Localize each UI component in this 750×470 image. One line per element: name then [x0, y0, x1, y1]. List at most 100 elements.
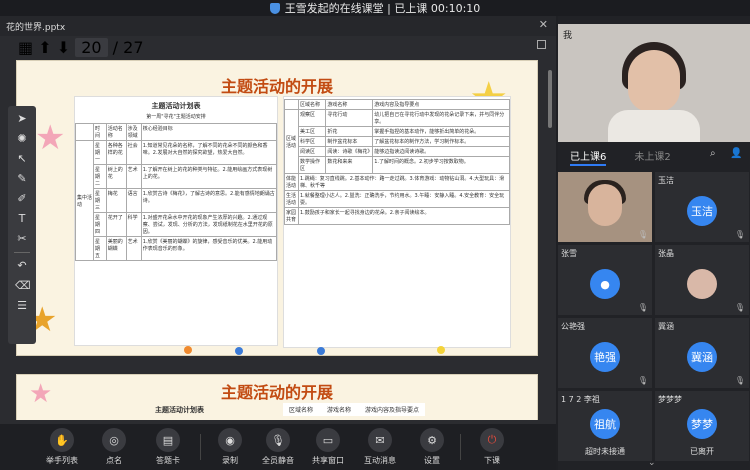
table-cell: 艺术: [125, 236, 142, 261]
settings-icon: ⚙: [420, 428, 444, 452]
prev-page-icon[interactable]: ⬆: [38, 38, 51, 57]
mic-off-icon: 🎙: [637, 303, 648, 312]
table-cell: 1.就餐整理小达人。2.盥洗：正确洗手，节约用水。3.午睡：安静入睡。4.安全教…: [298, 190, 510, 208]
text-icon[interactable]: T: [15, 212, 29, 226]
select-icon[interactable]: ↖: [15, 152, 29, 166]
tab-not-in-class[interactable]: 未上课2: [634, 148, 670, 163]
share-window-icon: ▭: [316, 428, 340, 452]
table-row: 星期二 树上的花 艺术 1.了解开在树上的花的种类与特征。2.能用绘画方式表现树…: [76, 164, 278, 189]
fullscreen-icon[interactable]: [537, 40, 546, 49]
scrollbar-thumb[interactable]: [548, 70, 552, 128]
answer-card-button[interactable]: ▤ 答题卡: [146, 428, 190, 466]
stack-icon[interactable]: ☰: [15, 299, 29, 313]
page-navigation: ▦ ⬆ ⬇ 20 / 27: [18, 38, 144, 57]
mute-all-icon: 🎙: [266, 428, 290, 452]
document-viewport[interactable]: 主题活动的开展 ★ ★ ★ ★ 主题活动计划表 第一周"寻花"主题活动安排 时间…: [16, 60, 538, 420]
participant-name: 张雪: [561, 249, 577, 258]
section-label: 体能活动: [284, 173, 299, 191]
table-row: 数学操作区 数花和来来 1.了解时间的概念。2.初步学习按数取物。: [285, 156, 510, 174]
search-icon[interactable]: ⌕: [710, 148, 716, 159]
participant-name: 张晶: [658, 249, 674, 258]
file-name: 花的世界.pptx: [6, 22, 66, 33]
roll-call-button[interactable]: ◎ 点名: [92, 428, 136, 466]
participant-tile[interactable]: 公艳强 艳强 🎙: [558, 318, 652, 388]
participant-tile[interactable]: 冀涵 冀涵 🎙: [655, 318, 749, 388]
table-row: 星期五 美丽的蝴蝶 艺术 1.欣赏《美丽的蝴蝶》的旋律，感受音乐的优美。2.能用…: [76, 236, 278, 261]
avatar: 祖航: [590, 409, 620, 439]
table-cell: 星期四: [93, 212, 107, 237]
video-feed: [608, 110, 700, 142]
avatar: [687, 269, 717, 299]
section-label: 生活活动: [284, 190, 299, 208]
divider: [200, 434, 201, 460]
table-header: 区域名称: [297, 99, 327, 110]
table-cell: 折花: [325, 126, 374, 137]
undo-icon[interactable]: ↶: [15, 259, 29, 273]
end-class-button[interactable]: ⏻ 下课: [470, 428, 514, 466]
area-table: 区域名称 游戏名称 游戏内容及指导要点 区域活动 观察区 寻花行动 幼儿把自己在…: [284, 99, 510, 225]
participant-name: 1 7 2 李祖: [561, 395, 600, 404]
decorative-dot: [184, 346, 192, 354]
page-input[interactable]: 20: [75, 38, 108, 57]
participant-tile[interactable]: 张晶 🎙: [655, 245, 749, 315]
video-feed: [588, 184, 622, 226]
scrollbar[interactable]: [548, 60, 552, 420]
participant-tile[interactable]: 玉洁 玉洁 🎙: [655, 172, 749, 242]
table-cell: 1.对盛开花朵水中开花的现象产生浓厚的兴趣。2.通过观察、尝试，发现、分析的方法…: [140, 212, 278, 237]
table-header: 区域名称: [289, 407, 314, 414]
table-row: 阅读区 阅读：诗歌《梅花》 能够边指读边阅读诗歌。: [285, 146, 510, 157]
laser-icon[interactable]: ✺: [15, 132, 29, 146]
rollcall-icon: ◎: [102, 428, 126, 452]
table-cell: 花开了: [105, 212, 127, 237]
decorative-dot: [317, 347, 325, 355]
annotation-toolbox: ➤ ✺ ↖ ✎ ✐ T ✂ ↶ ⌫ ☰: [8, 106, 36, 344]
record-button[interactable]: ◉ 录制: [208, 428, 252, 466]
highlighter-icon[interactable]: ✐: [15, 192, 29, 206]
participant-tile[interactable]: 梦梦梦 梦梦 已离开: [655, 391, 749, 461]
button-label: 共享窗口: [312, 456, 344, 465]
share-window-button[interactable]: ▭ 共享窗口: [306, 428, 350, 466]
table-row: 生活活动 1.就餐整理小达人。2.盥洗：正确洗手，节约用水。3.午睡：安静入睡。…: [284, 190, 510, 208]
table-row: 区域活动 观察区 寻花行动 幼儿把自己在寻花行动中发现的花朵记录下来，并与同伴分…: [284, 109, 510, 174]
interactive-messages-button[interactable]: ✉ 互动消息: [358, 428, 402, 466]
participant-name: 冀涵: [658, 322, 674, 331]
cut-icon[interactable]: ✂: [15, 232, 29, 246]
table-cell: 制作盆花标本: [325, 136, 374, 147]
slide-title: 主题活动的开展: [220, 77, 333, 96]
mute-all-button[interactable]: 🎙 全员静音: [256, 428, 300, 466]
mic-off-icon: 🎙: [637, 230, 648, 239]
participant-tile[interactable]: 🎙: [558, 172, 652, 242]
table-cell: 艺术: [125, 164, 142, 189]
mic-off-icon: 🎙: [734, 230, 745, 239]
teacher-video[interactable]: 我: [558, 24, 750, 142]
button-label: 举手列表: [46, 456, 78, 465]
table-cell: 1.欣赏《美丽的蝴蝶》的旋律，感受音乐的优美。2.能用动作表现音乐的形象。: [140, 236, 278, 261]
table-header: 游戏名称: [327, 407, 352, 414]
slide-title: 主题活动的开展: [220, 383, 333, 402]
next-page-icon[interactable]: ⬇: [57, 38, 70, 57]
slide-list-icon[interactable]: ▦: [18, 38, 33, 57]
area-sheet: 区域名称 游戏名称 游戏内容及指导要点 区域活动 观察区 寻花行动 幼儿把自己在…: [283, 96, 511, 348]
courseware-panel: 花的世界.pptx ✕ ▦ ⬆ ⬇ 20 / 27 主题活动的开展 ★ ★ ★ …: [0, 16, 556, 424]
button-label: 下课: [484, 456, 500, 465]
pen-icon[interactable]: ✎: [15, 172, 29, 186]
participant-tile[interactable]: 1 7 2 李祖 祖航 超时未接通: [558, 391, 652, 461]
cursor-icon[interactable]: ➤: [15, 112, 29, 126]
table-header: 时间: [93, 123, 107, 141]
table-header: [284, 99, 299, 110]
eraser-icon[interactable]: ⌫: [15, 279, 31, 293]
answer-card-icon: ▤: [156, 428, 180, 452]
participant-tile[interactable]: 张雪 ● 🎙: [558, 245, 652, 315]
settings-button[interactable]: ⚙ 设置: [410, 428, 454, 466]
section-label: 家园共育: [284, 207, 299, 225]
slide: 主题活动的开展 主题活动计划表 区域名称 游戏名称 游戏内容及指导要点 ★: [16, 374, 538, 420]
close-icon[interactable]: ✕: [539, 18, 548, 31]
chevron-down-icon[interactable]: ⌄: [648, 458, 656, 468]
tab-in-class[interactable]: 已上课6: [570, 148, 606, 163]
user-manage-icon[interactable]: 👤: [730, 148, 742, 159]
table-cell: 社会: [125, 140, 142, 165]
raise-hand-list-button[interactable]: ✋ 举手列表: [40, 428, 84, 466]
section-label: 集中活动: [75, 140, 94, 261]
table-row: 科学区 制作盆花标本 了解盆花标本的制作方法，学习制作标本。: [285, 136, 510, 147]
table-row: 体能活动 1.跳绳：复习直线跳。2.基本动作：路一走过跳。3.体育游戏：动物钻山…: [284, 173, 510, 191]
